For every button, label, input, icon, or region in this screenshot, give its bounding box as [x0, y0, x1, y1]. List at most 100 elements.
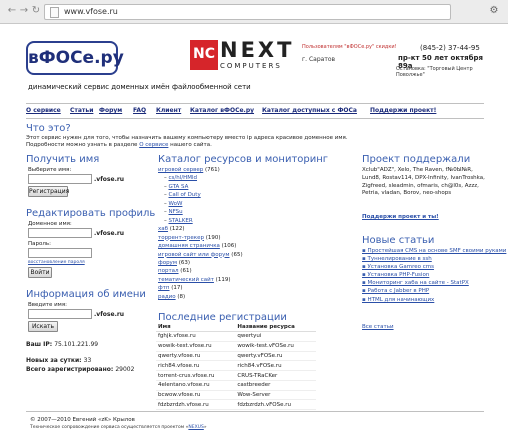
news-item[interactable]: Мониторинг хаба на сайте - StatPX [362, 279, 486, 287]
catalog-item: форум (63) [158, 259, 243, 267]
domain-input[interactable] [28, 228, 92, 238]
catalog-item: фтп (17) [158, 284, 243, 292]
catalog-link[interactable]: игровой сайт или форум [158, 252, 230, 258]
banner-brand: NEXT [220, 38, 295, 62]
registration-resource: rich84.vFOSe.ru [235, 360, 316, 372]
menu-catalog[interactable]: Каталог вФОСе.ру [190, 107, 254, 114]
banner-stop: Остановка: "Торговый Центр Поволжье" [396, 66, 473, 78]
menu-support[interactable]: Поддержи проект! [370, 107, 436, 114]
new-value: 33 [83, 357, 92, 364]
catalog-link[interactable]: домашняя страничка [158, 243, 220, 249]
catalog-link[interactable]: WoW [169, 201, 183, 207]
registration-domain: rich84.vfose.ru [156, 360, 236, 372]
catalog-item: домашняя страничка (106) [158, 242, 243, 250]
about-link[interactable]: О сервисе [139, 142, 168, 148]
registration-domain: torrent-crus.vfose.ru [156, 370, 236, 381]
ip-value: 75.101.221.99 [54, 341, 99, 348]
nexus-link[interactable]: NEXUS [188, 425, 203, 430]
wrench-icon[interactable]: ⚙ [487, 4, 501, 18]
login-button[interactable]: Войти [28, 267, 52, 278]
catalog-link[interactable]: хаб [158, 226, 168, 232]
browser-toolbar: ← → ↻ www.vfose.ru ⚙ [0, 0, 508, 24]
table-row: 4elentano.vfose.ru castbreeder [156, 380, 316, 391]
registration-resource: CRUS-TRaCKer [235, 370, 316, 381]
catalog-link[interactable]: портал [158, 268, 179, 274]
intro-title: Что это? [26, 123, 71, 134]
forward-icon[interactable]: → [18, 5, 30, 17]
menu-client[interactable]: Клиент [156, 107, 181, 114]
address-bar[interactable]: www.vfose.ru [44, 4, 451, 20]
registration-domain: fdzbzrdzh.vfose.ru [156, 399, 236, 411]
menu-forum[interactable]: Форум [99, 107, 122, 114]
table-row: wowik-test.vfose.ru wowik-test.vFOSe.ru [156, 341, 316, 352]
catalog-count: (8) [175, 293, 186, 300]
catalog-count: (190) [204, 234, 221, 241]
news-item[interactable]: Туннелирование в ssh [362, 255, 486, 263]
get-name-suffix: .vfose.ru [94, 176, 125, 183]
back-icon[interactable]: ← [6, 5, 18, 17]
menu-about[interactable]: О сервисе [26, 107, 61, 114]
get-name-title: Получить имя [26, 154, 100, 165]
page-content: вФОСе.ру динамический сервис доменных им… [0, 23, 508, 446]
catalog-count: (65) [229, 251, 243, 258]
banner-city: г. Саратов [302, 56, 336, 63]
news-item[interactable]: HTML для начинающих [362, 296, 486, 304]
page-icon [50, 7, 59, 18]
search-button[interactable]: Искать [28, 321, 58, 332]
all-articles-link[interactable]: Все статьи [362, 324, 394, 330]
catalog-list: игровой сервер (761) – cs/hl/HMld – GTA SA… [158, 166, 243, 301]
catalog-count: (106) [219, 243, 237, 250]
ad-banner[interactable]: NC NEXT COMPUTERS Пользователям "вФОСе.р… [190, 38, 486, 78]
catalog-item: тематический сайт (119) [158, 276, 243, 284]
column-header: Имя [156, 323, 236, 332]
password-input[interactable] [28, 248, 92, 258]
support-link[interactable]: Поддержи проект и ты! [362, 214, 439, 220]
registration-resource: wowik-test.vFOSe.ru [235, 341, 316, 352]
banner-promo: Пользователям "вФОСе.ру" скидки! [302, 44, 397, 50]
name-info-input[interactable] [28, 309, 92, 319]
restore-password-link[interactable]: восстановление пароля [28, 260, 85, 265]
registration-resource: qwerty.vFOSe.ru [235, 351, 316, 362]
intro-more: Подробности можно узнать в разделе О сер… [26, 142, 212, 148]
site-logo[interactable]: вФОСе.ру [26, 41, 124, 75]
news-item[interactable]: Простейшая CMS на основе SMF своими рука… [362, 247, 506, 255]
catalog-link[interactable]: торрент-трекер [158, 235, 204, 241]
catalog-link[interactable]: игровой сервер [158, 167, 203, 173]
banner-brand-sub: COMPUTERS [220, 62, 282, 70]
registration-domain: qwerty.vfose.ru [156, 351, 236, 362]
catalog-link[interactable]: GTA SA [169, 184, 189, 190]
news-item[interactable]: Установка Gamreo cms [362, 263, 486, 271]
domain-suffix: .vfose.ru [94, 230, 125, 237]
catalog-item: – cs/hl/HMld [158, 174, 243, 182]
get-name-label: Выберите имя: [28, 167, 72, 173]
catalog-item: – Call of Duty [158, 191, 243, 199]
catalog-link[interactable]: STALKER [169, 218, 193, 224]
get-name-input[interactable] [28, 174, 92, 184]
catalog-link[interactable]: фтп [158, 285, 170, 291]
registrations-title: Последние регистрации [158, 312, 287, 323]
support-title: Проект поддержали [362, 154, 471, 165]
footer-copyright: © 2007—2010 Евгений «zK» Крылов [30, 417, 135, 423]
catalog-count: (17) [169, 285, 183, 292]
table-row: qwerty.vfose.ru qwerty.vFOSe.ru [156, 351, 316, 362]
catalog-link[interactable]: cs/hl/HMld [169, 175, 198, 181]
table-header-row: Имя Название ресурса [156, 323, 316, 332]
catalog-item: – WoW [158, 200, 243, 208]
register-button[interactable]: Регистрация [28, 186, 69, 197]
table-row: bcwow.vfose.ru Wow-Server [156, 390, 316, 401]
registration-domain: fghjk.vfose.ru [156, 331, 236, 342]
news-item[interactable]: Работа с Jabber в PHP [362, 287, 486, 295]
catalog-item: хаб (122) [158, 225, 243, 233]
menu-faq[interactable]: FAQ [133, 107, 146, 114]
menu-articles[interactable]: Статьи [70, 107, 93, 114]
catalog-link[interactable]: радио [158, 294, 176, 300]
news-item[interactable]: Установка PHP-Fusion [362, 271, 486, 279]
catalog-link[interactable]: форум [158, 260, 177, 266]
catalog-item: радио (8) [158, 293, 243, 301]
reload-icon[interactable]: ↻ [30, 5, 42, 17]
registration-resource: Wow-Server [235, 390, 316, 401]
catalog-link[interactable]: NFSu [169, 209, 183, 215]
menu-catalog-fos[interactable]: Каталог доступных с ФОСа [262, 107, 357, 114]
catalog-link[interactable]: тематический сайт [158, 277, 214, 283]
catalog-link[interactable]: Call of Duty [169, 192, 201, 198]
